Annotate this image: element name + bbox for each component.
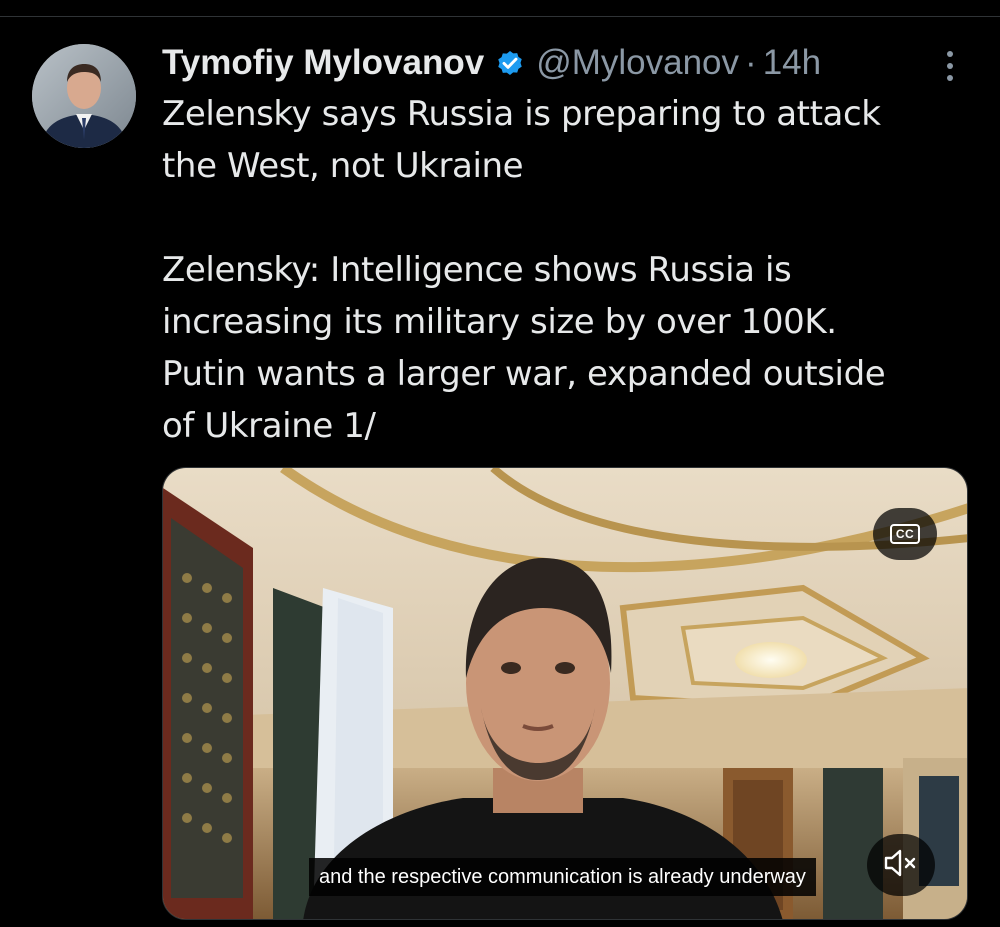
more-options-icon[interactable] (936, 48, 964, 84)
tweet-timestamp[interactable]: 14h (763, 40, 821, 86)
tweet-text-line: of Ukraine 1/ (162, 406, 376, 446)
tweet-text-line: Putin wants a larger war, expanded outsi… (162, 354, 886, 394)
closed-captions-button[interactable]: CC (873, 508, 937, 560)
tweet-text-line: the West, not Ukraine (162, 146, 524, 186)
video-frame (163, 468, 967, 919)
video-player[interactable]: CC and the respective communication is a… (162, 467, 968, 920)
top-divider (0, 16, 1000, 17)
muted-speaker-icon (883, 847, 919, 884)
cc-label: CC (889, 524, 921, 544)
author-display-name[interactable]: Tymofiy Mylovanov (162, 40, 484, 86)
more-options-dot (947, 63, 953, 69)
mute-toggle-button[interactable] (867, 834, 935, 896)
verified-badge-icon[interactable] (494, 47, 526, 79)
tweet-text-line: Zelensky says Russia is preparing to att… (162, 94, 881, 134)
header-separator: · (745, 43, 757, 82)
tweet-text-line: Zelensky: Intelligence shows Russia is (162, 250, 792, 290)
more-options-dot (947, 51, 953, 57)
tweet-text: Zelensky says Russia is preparing to att… (162, 88, 952, 452)
more-options-dot (947, 75, 953, 81)
tweet-header: Tymofiy Mylovanov @Mylovanov · 14h (162, 40, 922, 86)
author-handle[interactable]: @Mylovanov (536, 40, 739, 86)
tweet-text-line: increasing its military size by over 100… (162, 302, 837, 342)
author-avatar[interactable] (32, 44, 136, 148)
video-caption: and the respective communication is alre… (309, 858, 816, 896)
